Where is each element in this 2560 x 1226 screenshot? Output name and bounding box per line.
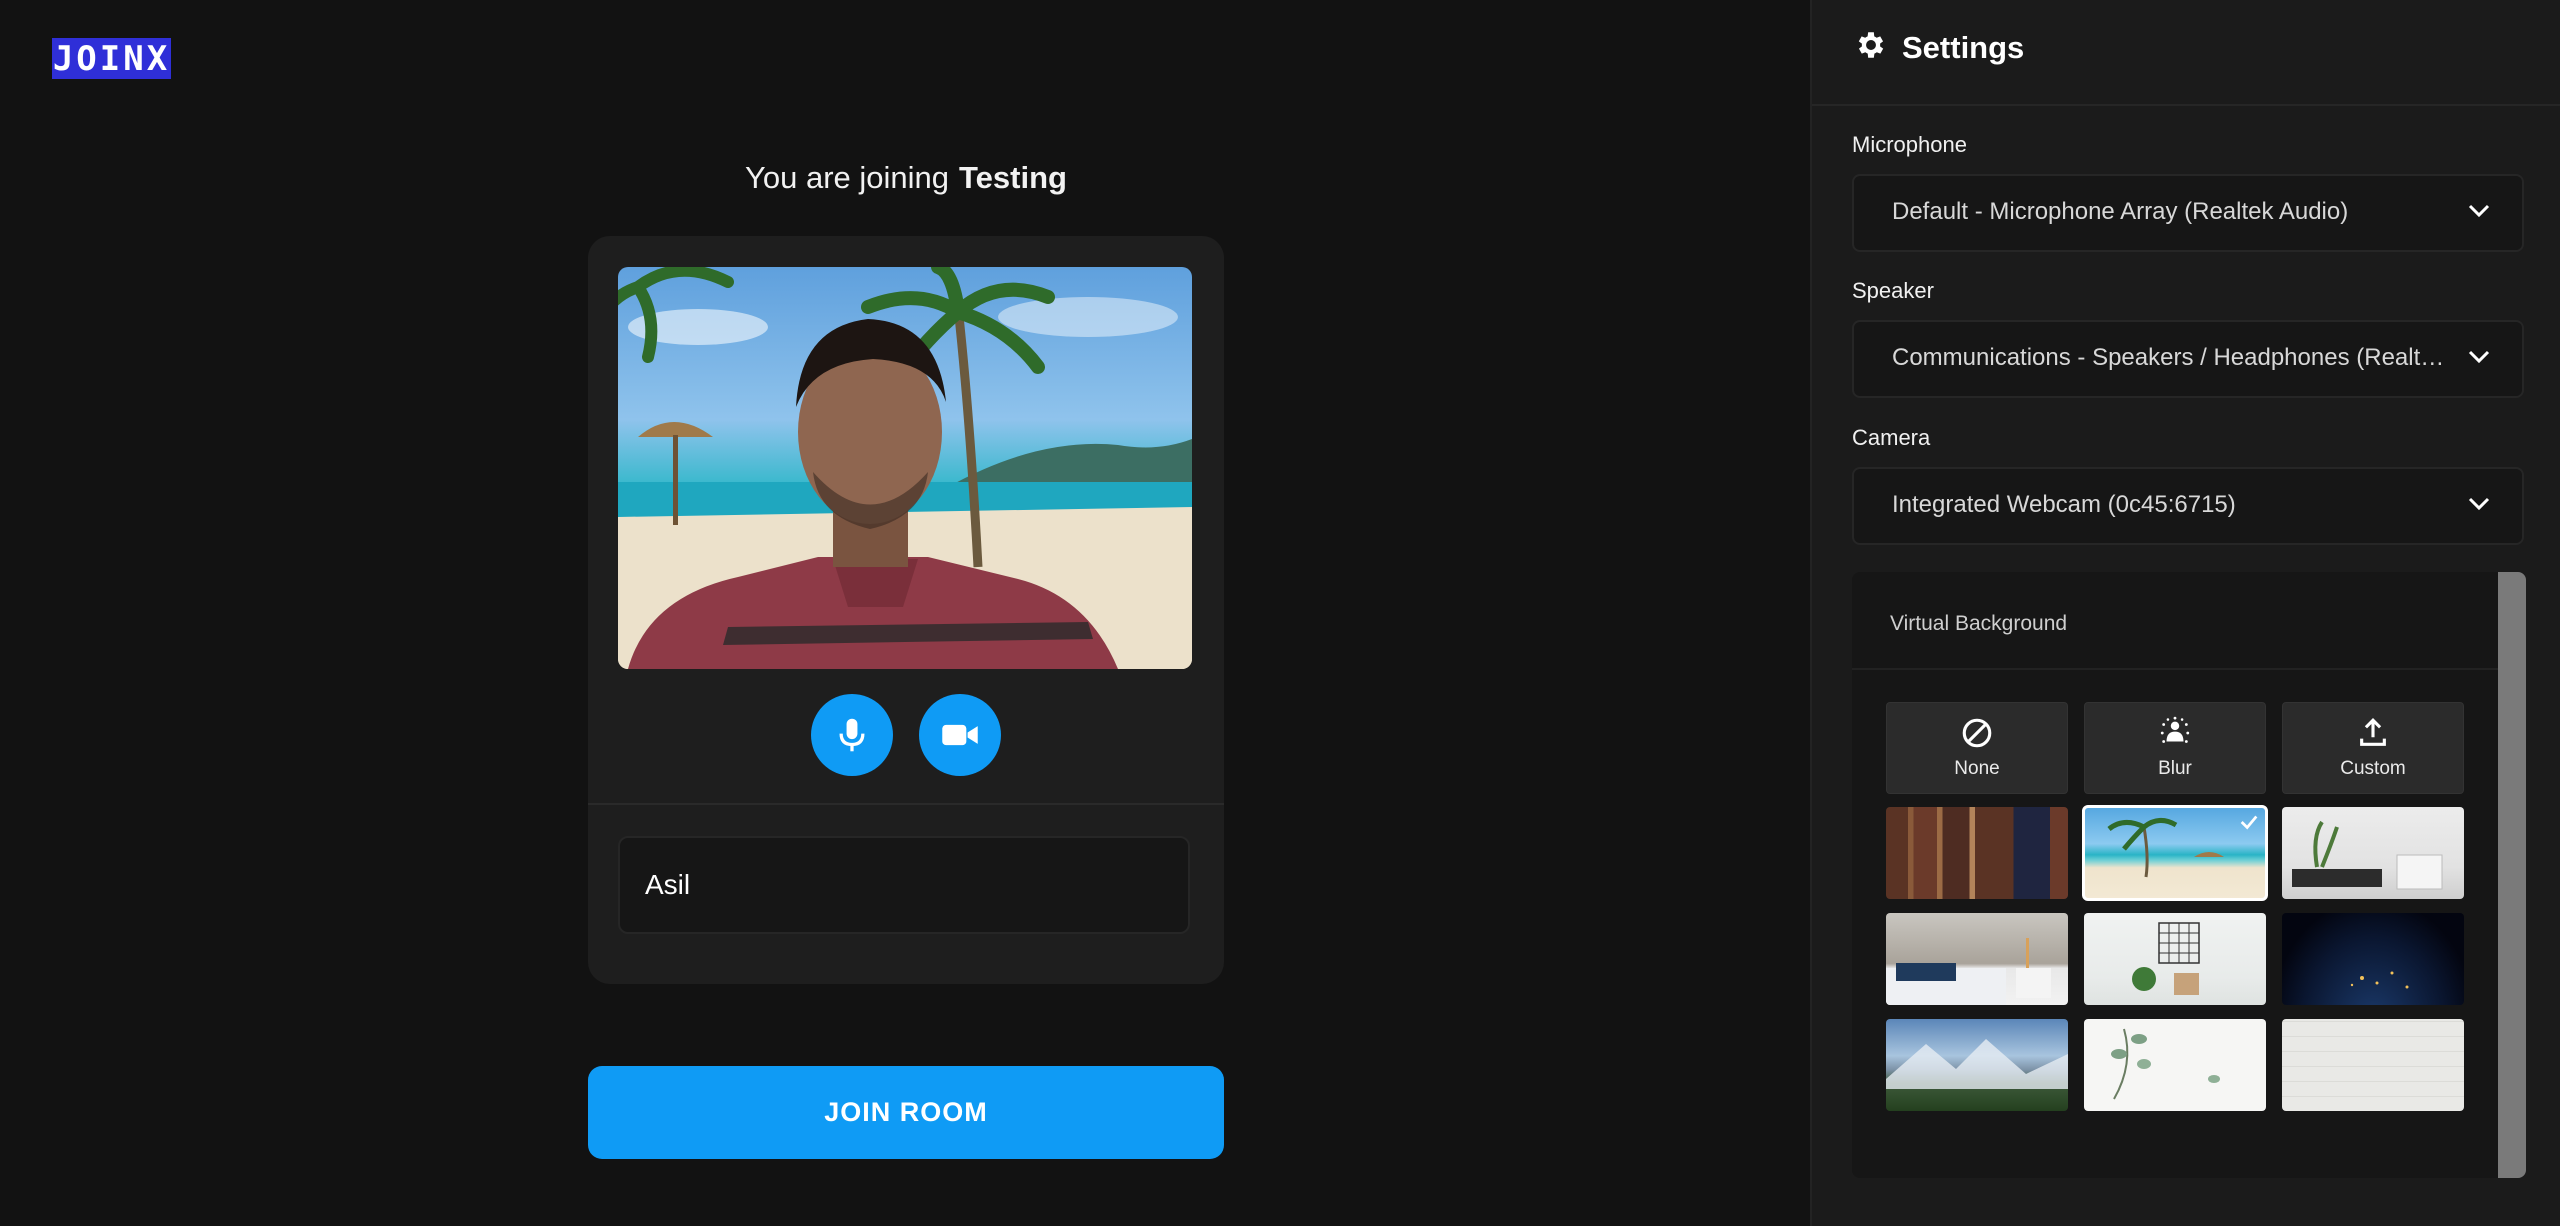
settings-panel: Settings Microphone Default - Microphone… <box>1810 0 2560 1226</box>
bg-thumb-mountains-scene <box>1886 1039 2068 1089</box>
camera-toggle-button[interactable] <box>919 694 1001 776</box>
gear-icon <box>1858 32 1884 58</box>
virtual-background-title: Virtual Background <box>1890 612 2068 635</box>
bg-thumb-eucalyptus-scene <box>2111 1028 2220 1100</box>
display-name-input[interactable] <box>618 836 1190 934</box>
video-preview <box>618 267 1192 669</box>
joinx-logo: JOINX <box>52 38 171 79</box>
room-name: Testing <box>959 160 1067 195</box>
bg-thumb-earth-night-scene <box>2350 971 2409 989</box>
bg-thumb-plant-shelf-scene <box>2132 922 2200 995</box>
bg-thumb-eucalyptus[interactable] <box>2084 1019 2266 1111</box>
camera-label: Camera <box>1852 425 1931 450</box>
chevron-down-icon <box>2468 497 2490 511</box>
bg-thumb-bookshelf[interactable] <box>1886 807 2068 899</box>
bg-option-custom-label: Custom <box>2340 758 2406 779</box>
speaker-select[interactable]: Communications - Speakers / Headphones (… <box>1852 320 2524 398</box>
chevron-down-icon <box>2468 350 2490 364</box>
chevron-down-icon <box>2468 204 2490 218</box>
upload-icon <box>2360 718 2386 746</box>
join-room-button[interactable]: JOIN ROOM <box>588 1066 1224 1159</box>
card-divider <box>588 803 1224 805</box>
virtual-background-section: Virtual Background None Blur Custom <box>1852 572 2526 1178</box>
bg-thumb-earth-night[interactable] <box>2282 913 2464 1005</box>
microphone-select-value: Default - Microphone Array (Realtek Audi… <box>1892 198 2349 225</box>
bg-option-none[interactable]: None <box>1886 702 2068 794</box>
bg-thumb-white-wall[interactable] <box>2282 1019 2464 1111</box>
bg-option-blur-label: Blur <box>2158 758 2192 779</box>
video-camera-icon <box>942 724 978 746</box>
selected-check-icon <box>2240 815 2258 830</box>
virtual-background-divider <box>1852 668 2500 670</box>
blur-icon <box>2160 716 2190 743</box>
bg-option-blur[interactable]: Blur <box>2084 702 2266 794</box>
bg-thumb-beach[interactable] <box>2082 805 2268 901</box>
microphone-label: Microphone <box>1852 132 1967 157</box>
microphone-toggle-button[interactable] <box>811 694 893 776</box>
bg-thumb-bedroom-scene <box>1886 938 2051 1005</box>
bg-thumb-mountains[interactable] <box>1886 1019 2068 1111</box>
settings-title: Settings <box>1902 30 2025 65</box>
settings-header: Settings <box>1812 0 2560 106</box>
virtual-background-scrollbar[interactable] <box>2498 572 2526 1178</box>
microphone-icon <box>839 718 865 752</box>
prohibited-icon <box>1962 718 1992 748</box>
speaker-label: Speaker <box>1852 278 1934 303</box>
video-preview-scene <box>618 267 1192 669</box>
microphone-select[interactable]: Default - Microphone Array (Realtek Audi… <box>1852 174 2524 252</box>
bg-option-custom[interactable]: Custom <box>2282 702 2464 794</box>
bg-option-none-label: None <box>1954 758 2000 779</box>
camera-select-value: Integrated Webcam (0c45:6715) <box>1892 491 2236 518</box>
camera-select[interactable]: Integrated Webcam (0c45:6715) <box>1852 467 2524 545</box>
preview-card <box>588 236 1224 984</box>
bg-thumb-bedroom[interactable] <box>1886 913 2068 1005</box>
bg-thumb-living-room-scene <box>2292 820 2443 890</box>
joining-prefix: You are joining <box>745 160 950 195</box>
speaker-select-value: Communications - Speakers / Headphones (… <box>1892 344 2452 371</box>
bg-thumb-plant-shelf[interactable] <box>2084 913 2266 1005</box>
joining-heading: You are joining Testing <box>588 160 1224 196</box>
bg-thumb-white-living-room[interactable] <box>2282 807 2464 899</box>
